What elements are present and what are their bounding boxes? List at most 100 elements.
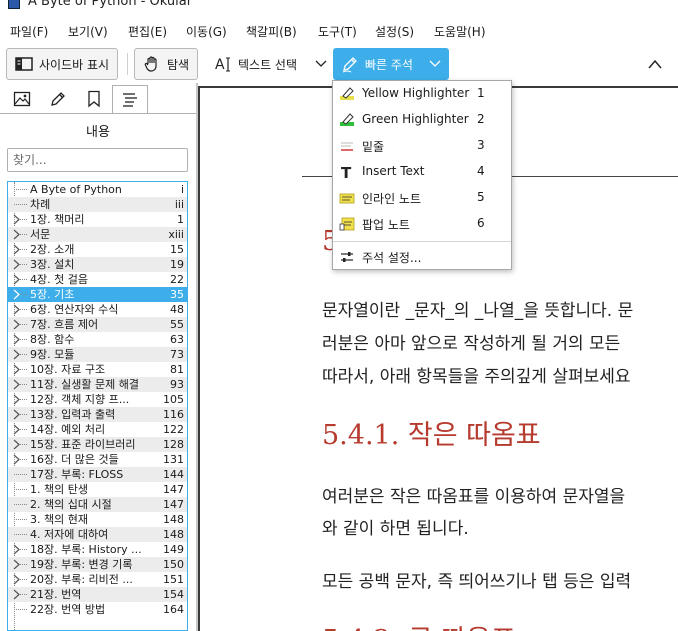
toc-item-label: 3장. 설치 [30, 258, 75, 271]
show-sidebar-button[interactable]: 사이드바 표시 [6, 48, 119, 80]
quick-annotation-item[interactable]: T Insert Text 4 [333, 160, 511, 184]
browse-tool-label: 탐색 [167, 57, 190, 72]
toc-item-label: 13장. 입력과 출력 [30, 408, 116, 421]
menu-file[interactable]: 파일(F) [10, 23, 48, 40]
expand-arrow-icon[interactable] [10, 347, 28, 362]
toc-item[interactable]: 18장. 부록: History ... 149 [8, 542, 187, 557]
toc-item-page: 154 [163, 588, 184, 601]
expand-arrow-icon[interactable] [10, 362, 28, 377]
quick-annotation-item[interactable]: Yellow Highlighter 1 [333, 82, 511, 106]
menu-bookmarks[interactable]: 책갈피(B) [246, 23, 297, 40]
tree-branch-icon [14, 489, 27, 490]
menu-go[interactable]: 이동(G) [186, 23, 227, 40]
expand-arrow-icon[interactable] [10, 407, 28, 422]
tab-bookmarks[interactable] [76, 85, 112, 113]
toc-item[interactable]: 1장. 책머리 1 [8, 212, 187, 227]
toc-item-label: 19장. 부록: 변경 기록 [30, 558, 133, 571]
expand-arrow-icon[interactable] [10, 227, 28, 242]
toc-item[interactable]: 20장. 부록: 리비전 ... 151 [8, 572, 187, 587]
toc-item[interactable]: 4. 저자에 대하여 148 [8, 527, 187, 542]
menu-view[interactable]: 보기(V) [68, 23, 108, 40]
toc-item-label: 차례 [30, 198, 51, 211]
expand-arrow-icon[interactable] [10, 572, 28, 587]
toc-item[interactable]: 차례 iii [8, 197, 187, 212]
toc-item[interactable]: 3장. 설치 19 [8, 257, 187, 272]
toc-item-label: 4장. 첫 걸음 [30, 273, 88, 286]
menu-tools[interactable]: 도구(T) [318, 23, 357, 40]
toc-item[interactable]: 21장. 번역 154 [8, 587, 187, 602]
expand-arrow-icon[interactable] [10, 422, 28, 437]
toc-item[interactable]: 6장. 연산자와 수식 48 [8, 302, 187, 317]
tab-contents[interactable] [112, 85, 148, 113]
toc-item[interactable]: 4장. 첫 걸음 22 [8, 272, 187, 287]
quick-annotation-item[interactable]: 인라인 노트 5 [333, 186, 511, 210]
tree-branch-icon [14, 519, 27, 520]
toc-item[interactable]: 12장. 객체 지향 프... 105 [8, 392, 187, 407]
table-of-contents[interactable]: A Byte of Python i 차례 iii 1장. 책머리 1 서문 xiii 2장. … [7, 181, 188, 631]
toc-item[interactable]: 2. 책의 십대 시절 147 [8, 497, 187, 512]
browse-tool-button[interactable]: 탐색 [134, 48, 199, 80]
toc-item[interactable]: 19장. 부록: 변경 기록 150 [8, 557, 187, 572]
text-select-tool-button[interactable]: A 텍스트 선택 [206, 48, 305, 80]
svg-text:T: T [341, 164, 352, 180]
svg-text:A: A [215, 57, 225, 73]
expand-arrow-icon[interactable] [10, 212, 28, 227]
toc-item[interactable]: 서문 xiii [8, 227, 187, 242]
expand-arrow-icon[interactable] [10, 557, 28, 572]
toc-item[interactable]: A Byte of Python i [8, 182, 187, 197]
toc-item[interactable]: 22장. 번역 방법 164 [8, 602, 187, 617]
toc-item[interactable]: 11장. 실생활 문제 해결 93 [8, 377, 187, 392]
expand-arrow-icon[interactable] [10, 587, 28, 602]
toc-item[interactable]: 10장. 자료 구조 81 [8, 362, 187, 377]
toc-item-label: 18장. 부록: History ... [30, 543, 142, 556]
toc-item[interactable]: 17장. 부록: FLOSS 144 [8, 467, 187, 482]
toc-item[interactable]: 14장. 예외 처리 122 [8, 422, 187, 437]
menu-help[interactable]: 도움말(H) [434, 23, 486, 40]
chevron-up-icon[interactable] [647, 58, 663, 70]
quick-annotation-shortcut: 1 [477, 86, 485, 100]
toc-item[interactable]: 9장. 모듈 73 [8, 347, 187, 362]
expand-arrow-icon[interactable] [10, 242, 28, 257]
quick-annotation-item[interactable]: 밑줄 3 [333, 134, 511, 158]
toc-item-label: 8장. 함수 [30, 333, 75, 346]
expand-arrow-icon[interactable] [10, 317, 28, 332]
toc-item-page: 164 [163, 603, 184, 616]
toc-item[interactable]: 8장. 함수 63 [8, 332, 187, 347]
toc-item[interactable]: 2장. 소개 15 [8, 242, 187, 257]
expand-arrow-icon[interactable] [10, 302, 28, 317]
tab-annotations[interactable] [40, 85, 76, 113]
expand-arrow-icon[interactable] [10, 272, 28, 287]
quick-annotation-item[interactable]: Green Highlighter 2 [333, 108, 511, 132]
tab-thumbnails[interactable] [4, 85, 40, 113]
expand-arrow-icon[interactable] [10, 452, 28, 467]
expand-arrow-icon[interactable] [10, 377, 28, 392]
toolbar-separator [127, 53, 128, 75]
expand-arrow-icon[interactable] [10, 542, 28, 557]
menu-settings[interactable]: 설정(S) [375, 23, 414, 40]
menubar: 파일(F) 보기(V) 편집(E) 이동(G) 책갈피(B) 도구(T) 설정(… [0, 18, 678, 44]
toc-item[interactable]: 5장. 기초 35 [8, 287, 187, 302]
toc-item[interactable]: 16장. 더 많은 것들 131 [8, 452, 187, 467]
toc-item[interactable]: 7장. 흐름 제어 55 [8, 317, 187, 332]
text-select-dropdown-chevron-icon[interactable] [315, 59, 327, 69]
expand-arrow-icon[interactable] [10, 437, 28, 452]
expand-arrow-icon[interactable] [10, 332, 28, 347]
doc-paragraph-line: 와 같이 하면 됩니다. [322, 519, 469, 539]
expand-arrow-icon[interactable] [10, 287, 28, 302]
toc-item[interactable]: 15장. 표준 라이브러리 128 [8, 437, 187, 452]
toc-item[interactable]: 13장. 입력과 출력 116 [8, 407, 187, 422]
quick-annotation-item[interactable]: 팝업 노트 6 [333, 212, 511, 236]
toc-item[interactable]: 3. 책의 현재 148 [8, 512, 187, 527]
toc-item-label: 7장. 흐름 제어 [30, 318, 99, 331]
tree-branch-icon [14, 204, 27, 205]
toc-item[interactable]: 1. 책의 탄생 147 [8, 482, 187, 497]
expand-arrow-icon[interactable] [10, 257, 28, 272]
quick-annotation-shortcut: 6 [477, 216, 485, 230]
toc-search-input[interactable] [7, 148, 188, 172]
annotation-settings-item[interactable]: 주석 설정... [333, 245, 511, 269]
toc-item-page: 147 [163, 498, 184, 511]
window-title: A Byte of Python - Okular [28, 0, 193, 9]
quick-annotations-button[interactable]: 빠른 주석 [333, 48, 449, 80]
expand-arrow-icon[interactable] [10, 392, 28, 407]
menu-edit[interactable]: 편집(E) [128, 23, 167, 40]
